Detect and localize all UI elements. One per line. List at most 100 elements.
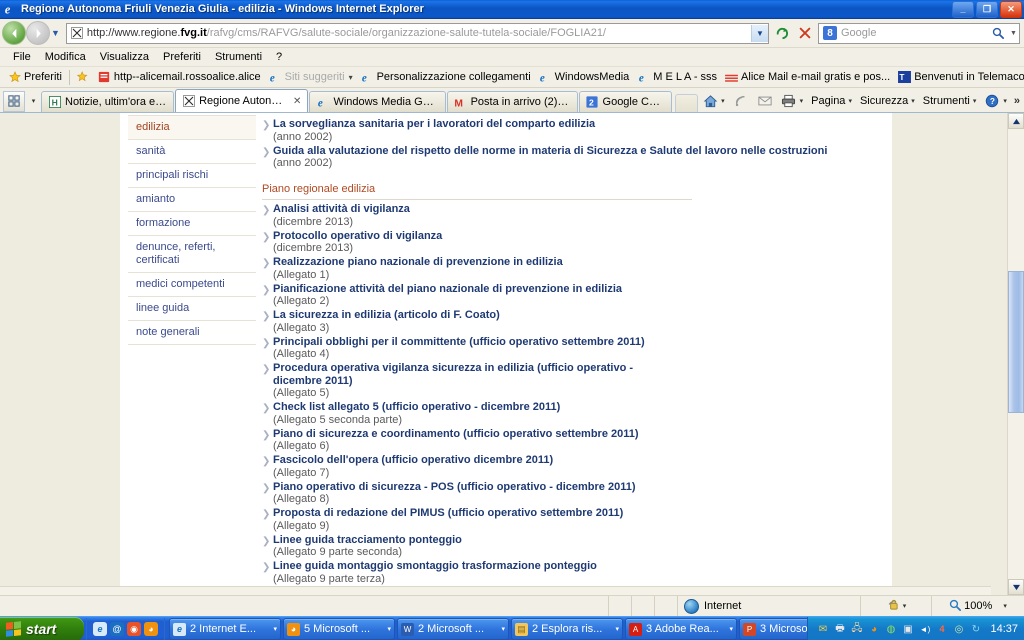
document-title[interactable]: Piano operativo di sicurezza - POS (uffi…	[273, 481, 832, 494]
sidebar-item-amianto[interactable]: amianto	[128, 188, 256, 212]
document-link-row[interactable]: ❯ Pianificazione attività del piano nazi…	[262, 283, 832, 308]
tools-menu-button[interactable]: Strumenti ▾	[919, 91, 981, 111]
document-title[interactable]: Principali obblighi per il committente (…	[273, 336, 832, 349]
shield-icon[interactable]: ◎	[952, 623, 965, 636]
tab-notizie[interactable]: H Notizie, ultim'ora e comm...	[41, 91, 175, 112]
document-title[interactable]: Guida alla valutazione del rispetto dell…	[273, 145, 832, 158]
zoom-caret-icon[interactable]: ▾	[1003, 602, 1007, 610]
sidebar-item-principali-rischi[interactable]: principali rischi	[128, 164, 256, 188]
search-input[interactable]: Google	[841, 27, 988, 39]
menu-item-preferiti[interactable]: Preferiti	[156, 50, 208, 64]
security-caret-icon[interactable]: ▾	[911, 97, 915, 105]
sidebar-item-denunce-referti-certificati[interactable]: denunce, referti, certificati	[128, 236, 256, 273]
favorite-item-telemaco[interactable]: T Benvenuti in Telemaco	[894, 71, 1024, 84]
favorite-item-windowsmedia[interactable]: e WindowsMedia	[535, 71, 634, 84]
forward-button[interactable]	[26, 21, 50, 45]
document-link-row[interactable]: ❯ La sicurezza in edilizia (articolo di …	[262, 309, 832, 334]
antivirus-icon[interactable]: ◍	[884, 623, 897, 636]
volume-icon[interactable]: ◄)	[918, 623, 931, 636]
zoom-control[interactable]: 100% ▾	[932, 596, 1024, 616]
sidebar-item-edilizia[interactable]: edilizia	[128, 115, 256, 140]
recent-pages-dropdown[interactable]: ▼	[51, 28, 60, 38]
task-button-internet-explorer[interactable]: e 2 Internet E... ▾	[169, 618, 281, 640]
document-link-row[interactable]: ❯ Linee guida tracciamento ponteggio (Al…	[262, 534, 832, 559]
document-link-row[interactable]: ❯ Linee guida montaggio smontaggio trasf…	[262, 560, 832, 585]
address-bar[interactable]: http://www.regione.fvg.it/rafvg/cms/RAFV…	[65, 22, 769, 44]
print-caret-icon[interactable]: ▾	[800, 97, 804, 105]
search-box[interactable]: 8 Google ▼	[818, 22, 1020, 44]
document-link-row[interactable]: ❯ Piano operativo di sicurezza - POS (uf…	[262, 481, 832, 506]
help-caret-icon[interactable]: ▾	[1003, 97, 1007, 105]
protected-mode-caret[interactable]: ▾	[903, 602, 907, 610]
scroll-down-button[interactable]	[1008, 579, 1024, 595]
menu-item-help[interactable]: ?	[269, 50, 289, 64]
task-button-microsoft-powerpoint[interactable]: P 3 Microsoft ... ▾	[739, 618, 808, 640]
mail-icon[interactable]: ✉	[816, 623, 829, 636]
document-link-row[interactable]: ❯ Principali obblighi per il committente…	[262, 336, 832, 361]
stop-button[interactable]	[794, 23, 815, 43]
tab-posta-in-arrivo[interactable]: M Posta in arrivo (2) - sand...	[446, 91, 578, 112]
favorites-button[interactable]: Preferiti	[4, 71, 66, 84]
security-zone[interactable]: Internet	[678, 596, 861, 616]
document-title[interactable]: La sicurezza in edilizia (articolo di F.…	[273, 309, 832, 322]
update-icon[interactable]: 4	[935, 623, 948, 636]
document-title[interactable]: Proposta di redazione del PIMUS (ufficio…	[273, 507, 832, 520]
favorite-item-mela[interactable]: e M E L A - sss	[633, 71, 721, 84]
search-icon[interactable]	[988, 25, 1008, 42]
document-title[interactable]: Piano di sicurezza e coordinamento (uffi…	[273, 428, 832, 441]
document-link-row[interactable]: ❯ Piano di sicurezza e coordinamento (uf…	[262, 428, 832, 453]
home-button[interactable]: ▾	[698, 91, 729, 111]
minimize-button[interactable]: _	[952, 0, 974, 18]
favorite-item-alicemail-gratis[interactable]: Alice Mail e-mail gratis e pos...	[721, 71, 894, 84]
maximize-button[interactable]: ❐	[976, 0, 998, 18]
quicklaunch-outlook-icon[interactable]: @	[110, 622, 124, 636]
tab-google-calendar[interactable]: 2 Google Calendar	[578, 91, 673, 112]
scroll-up-button[interactable]	[1008, 113, 1024, 129]
horizontal-scrollbar[interactable]	[0, 586, 991, 595]
task-caret-icon[interactable]: ▾	[273, 625, 277, 633]
address-dropdown-button[interactable]: ▼	[751, 24, 768, 42]
page-caret-icon[interactable]: ▾	[848, 97, 852, 105]
page-menu-button[interactable]: Pagina ▾	[807, 91, 856, 111]
favorite-item-personalizzazione[interactable]: e Personalizzazione collegamenti	[357, 71, 535, 84]
command-bar-overflow-button[interactable]: »	[1011, 95, 1020, 107]
document-link-row[interactable]: ❯ Fascicolo dell'opera (ufficio operativ…	[262, 454, 832, 479]
task-caret-icon[interactable]: ▾	[729, 625, 733, 633]
help-menu-button[interactable]: ? ▾	[980, 91, 1011, 111]
quicklaunch-firefox-icon[interactable]: ◕	[144, 622, 158, 636]
home-caret-icon[interactable]: ▾	[721, 97, 725, 105]
tab-list-dropdown[interactable]: ▾	[26, 91, 41, 112]
start-button[interactable]: start	[0, 617, 84, 640]
read-mail-button[interactable]	[753, 91, 777, 111]
document-title[interactable]: Protocollo operativo di vigilanza	[273, 230, 832, 243]
favorites-add-icon[interactable]	[73, 71, 94, 84]
document-title[interactable]: Check list allegato 5 (ufficio operativo…	[273, 401, 832, 414]
clock[interactable]: 14:37	[990, 623, 1018, 635]
vertical-scrollbar[interactable]	[1007, 113, 1024, 595]
chevron-down-icon[interactable]: ▾	[349, 73, 353, 82]
sidebar-item-note-generali[interactable]: note generali	[128, 321, 256, 345]
document-link-row[interactable]: ❯ La sorveglianza sanitaria per i lavora…	[262, 118, 832, 143]
sidebar-item-formazione[interactable]: formazione	[128, 212, 256, 236]
document-title[interactable]: Procedura operativa vigilanza sicurezza …	[273, 362, 651, 387]
task-button-microsoft-word[interactable]: W 2 Microsoft ... ▾	[397, 618, 509, 640]
document-link-row[interactable]: ❯ Procedura operativa vigilanza sicurezz…	[262, 362, 832, 399]
task-button-adobe-reader[interactable]: A 3 Adobe Rea... ▾	[625, 618, 737, 640]
tab-close-icon[interactable]: ✕	[293, 96, 301, 107]
favorite-item-alicemail[interactable]: http--alicemail.rossoalice.alice	[94, 71, 265, 84]
new-tab-button[interactable]	[675, 94, 699, 112]
menu-item-file[interactable]: File	[6, 50, 38, 64]
menu-item-strumenti[interactable]: Strumenti	[208, 50, 269, 64]
document-link-row[interactable]: ❯ Realizzazione piano nazionale di preve…	[262, 256, 832, 281]
tab-regione-autonoma[interactable]: Regione Autonoma Fr ... ✕	[175, 89, 309, 112]
task-caret-icon[interactable]: ▾	[615, 625, 619, 633]
network-icon[interactable]: 🖧	[850, 623, 863, 636]
tools-caret-icon[interactable]: ▾	[973, 97, 977, 105]
document-link-row[interactable]: ❯ Proposta di redazione del PIMUS (uffic…	[262, 507, 832, 532]
feeds-button[interactable]	[729, 91, 753, 111]
tab-windows-media-guide[interactable]: e Windows Media Guide | R...	[309, 91, 446, 112]
document-title[interactable]: Linee guida tracciamento ponteggio	[273, 534, 832, 547]
favorite-item-siti-suggeriti[interactable]: e Siti suggeriti ▾	[265, 71, 357, 84]
menu-item-modifica[interactable]: Modifica	[38, 50, 93, 64]
protected-mode-indicator[interactable]: ▾	[861, 596, 932, 616]
